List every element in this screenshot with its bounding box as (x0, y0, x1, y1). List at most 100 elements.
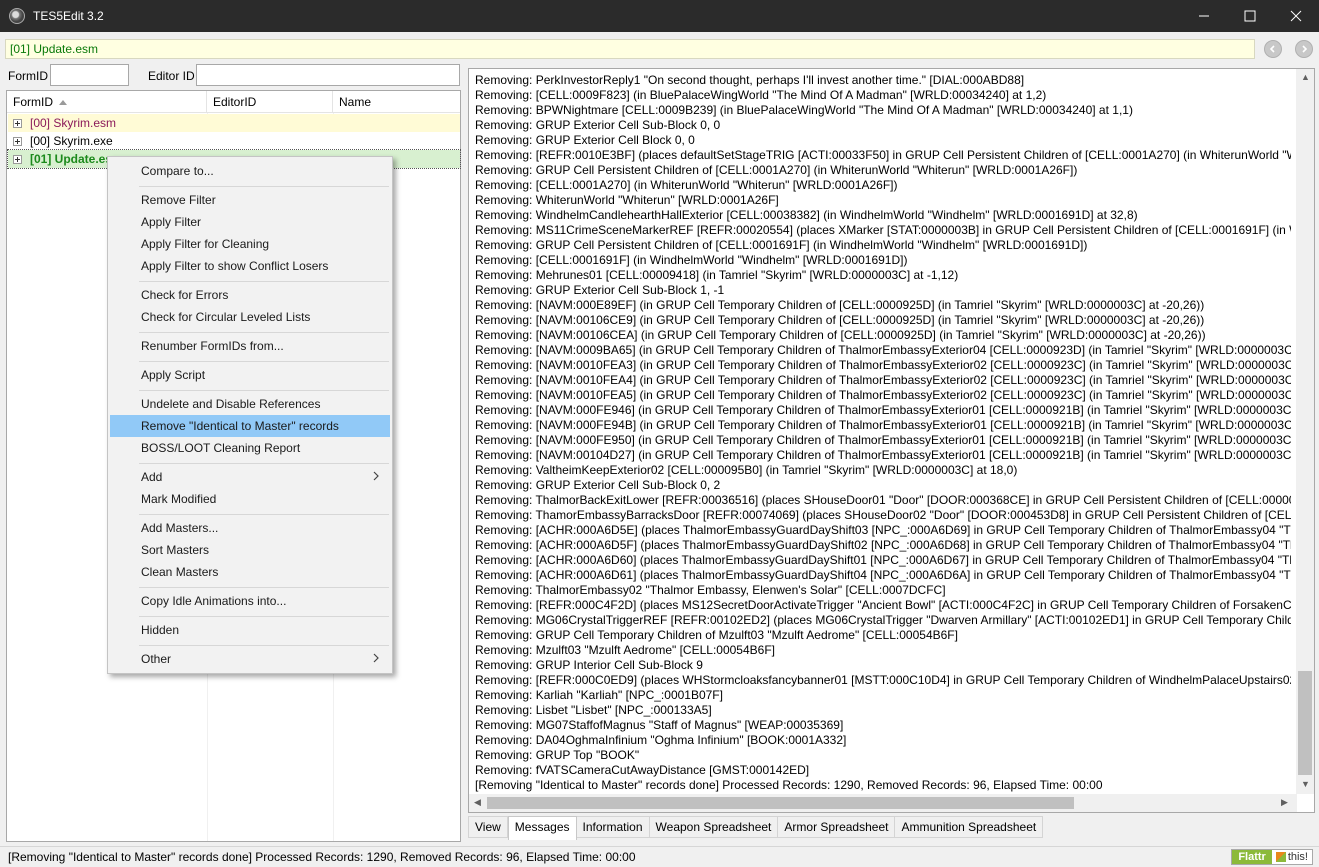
expand-icon[interactable] (13, 136, 22, 146)
menu-apply-filter[interactable]: Apply Filter (110, 211, 390, 233)
message-line: Removing: BPWNightmare [CELL:0009B239] (… (475, 103, 1133, 117)
message-line: Removing: GRUP Cell Temporary Children o… (475, 628, 958, 642)
scroll-down-icon[interactable]: ▼ (1301, 779, 1310, 789)
message-line: Removing: fVATSCameraCutAwayDistance [GM… (475, 763, 810, 777)
scroll-left-icon[interactable]: ◀ (474, 797, 481, 808)
message-line: Removing: ThalmorBackExitLower [REFR:000… (475, 493, 1291, 507)
message-line: Removing: [CELL:0001A270] (in WhiterunWo… (475, 178, 898, 192)
menu-apply-filter-cleaning[interactable]: Apply Filter for Cleaning (110, 233, 390, 255)
formid-input[interactable] (50, 64, 129, 86)
vertical-scrollbar[interactable]: ▲ ▼ (1296, 69, 1314, 794)
flattr-label: Flattr (1232, 850, 1272, 864)
menu-copy-idle-animations[interactable]: Copy Idle Animations into... (110, 590, 390, 612)
close-button[interactable] (1273, 0, 1319, 32)
horizontal-scroll-thumb[interactable] (487, 797, 1074, 809)
minimize-button[interactable] (1181, 0, 1227, 32)
column-name[interactable]: Name (333, 91, 460, 113)
message-line: Removing: GRUP Exterior Cell Sub-Block 0… (475, 118, 721, 132)
sort-ascending-icon (59, 100, 67, 106)
tab-ammunition-spreadsheet[interactable]: Ammunition Spreadsheet (895, 816, 1044, 838)
message-line: Removing: [NAVM:0010FEA5] (in GRUP Cell … (475, 388, 1291, 402)
message-line: Removing: [NAVM:00106CE9] (in GRUP Cell … (475, 313, 1205, 327)
menu-apply-script[interactable]: Apply Script (110, 364, 390, 386)
message-line: Removing: Mzulft03 "Mzulft Aedrome" [CEL… (475, 643, 775, 657)
menu-clean-masters[interactable]: Clean Masters (110, 561, 390, 583)
column-editorid[interactable]: EditorID (207, 91, 333, 113)
messages-log: Removing: PerkInvestorReply1 "On second … (475, 73, 1291, 795)
path-bar: [01] Update.esm (5, 39, 1255, 59)
column-formid[interactable]: FormID (7, 91, 207, 113)
expand-icon[interactable] (13, 118, 22, 128)
message-line: Removing: [CELL:0001691F] (in WindhelmWo… (475, 253, 908, 267)
tree-row-skyrim-exe[interactable]: [00] Skyrim.exe (8, 132, 460, 150)
menu-remove-itm-records[interactable]: Remove "Identical to Master" records (110, 415, 390, 437)
tree-row-label: [00] Skyrim.exe (30, 134, 113, 148)
message-line: Removing: [ACHR:000A6D60] (places Thalmo… (475, 553, 1291, 567)
window-title: TES5Edit 3.2 (33, 9, 104, 23)
context-menu: Compare to... Remove Filter Apply Filter… (107, 156, 393, 674)
menu-check-errors[interactable]: Check for Errors (110, 284, 390, 306)
message-line: Removing: MG06CrystalTriggerREF [REFR:00… (475, 613, 1291, 627)
menu-boss-loot-report[interactable]: BOSS/LOOT Cleaning Report (110, 437, 390, 459)
menu-compare-to[interactable]: Compare to... (110, 160, 390, 182)
submenu-arrow-icon (373, 653, 379, 663)
expand-icon[interactable] (13, 154, 22, 164)
scroll-right-icon[interactable]: ▶ (1281, 797, 1288, 808)
tab-armor-spreadsheet[interactable]: Armor Spreadsheet (778, 816, 896, 838)
message-line: Removing: [REFR:0010E3BF] (places defaul… (475, 148, 1291, 162)
menu-remove-filter[interactable]: Remove Filter (110, 189, 390, 211)
submenu-arrow-icon (373, 471, 379, 481)
title-bar: TES5Edit 3.2 (0, 0, 1319, 32)
tree-row-label: [00] Skyrim.esm (30, 116, 117, 130)
message-line: Removing: [NAVM:000FE950] (in GRUP Cell … (475, 433, 1291, 447)
menu-add[interactable]: Add (110, 466, 390, 488)
message-line: Removing: MS11CrimeSceneMarkerREF [REFR:… (475, 223, 1291, 237)
menu-apply-filter-conflict-losers[interactable]: Apply Filter to show Conflict Losers (110, 255, 390, 277)
bottom-tabs: View Messages Information Weapon Spreads… (468, 816, 1044, 840)
message-line: [Removing "Identical to Master" records … (475, 778, 1103, 792)
tab-weapon-spreadsheet[interactable]: Weapon Spreadsheet (649, 816, 779, 838)
vertical-scroll-thumb[interactable] (1298, 671, 1312, 775)
menu-mark-modified[interactable]: Mark Modified (110, 488, 390, 510)
back-button[interactable] (1264, 40, 1282, 58)
menu-other[interactable]: Other (110, 648, 390, 670)
message-line: Removing: Karliah "Karliah" [NPC_:0001B0… (475, 688, 723, 702)
message-line: Removing: [ACHR:000A6D61] (places Thalmo… (475, 568, 1291, 582)
menu-undelete-disable-references[interactable]: Undelete and Disable References (110, 393, 390, 415)
messages-panel[interactable]: Removing: PerkInvestorReply1 "On second … (468, 68, 1315, 813)
message-line: Removing: GRUP Exterior Cell Sub-Block 0… (475, 478, 721, 492)
menu-hidden[interactable]: Hidden (110, 619, 390, 641)
tab-view[interactable]: View (468, 816, 508, 838)
message-line: Removing: [NAVM:0010FEA4] (in GRUP Cell … (475, 373, 1291, 387)
scroll-up-icon[interactable]: ▲ (1301, 72, 1310, 82)
message-line: Removing: ThalmorEmbassy02 "Thalmor Emba… (475, 583, 946, 597)
editorid-input[interactable] (196, 64, 460, 86)
message-line: Removing: [NAVM:000FE94B] (in GRUP Cell … (475, 418, 1291, 432)
message-line: Removing: PerkInvestorReply1 "On second … (475, 73, 1025, 87)
tab-messages[interactable]: Messages (507, 816, 577, 840)
message-line: Removing: ThamorEmbassyBarracksDoor [REF… (475, 508, 1291, 522)
tab-information[interactable]: Information (576, 816, 650, 838)
message-line: Removing: [NAVM:0010FEA3] (in GRUP Cell … (475, 358, 1291, 372)
menu-add-masters[interactable]: Add Masters... (110, 517, 390, 539)
tree-row-skyrim-esm[interactable]: [00] Skyrim.esm (8, 114, 460, 132)
message-line: Removing: [CELL:0009F823] (in BluePalace… (475, 88, 1047, 102)
maximize-button[interactable] (1227, 0, 1273, 32)
message-line: Removing: [NAVM:0009BA65] (in GRUP Cell … (475, 343, 1291, 357)
horizontal-scrollbar[interactable]: ◀ ▶ (469, 794, 1297, 812)
message-line: Removing: [NAVM:000E89EF] (in GRUP Cell … (475, 298, 1205, 312)
message-line: Removing: [NAVM:000FE946] (in GRUP Cell … (475, 403, 1291, 417)
menu-check-circular-leveled-lists[interactable]: Check for Circular Leveled Lists (110, 306, 390, 328)
message-line: Removing: MG07StaffofMagnus "Staff of Ma… (475, 718, 844, 732)
flattr-button[interactable]: Flattr this! (1231, 849, 1313, 865)
flattr-this-label: this! (1287, 851, 1308, 863)
message-line: Removing: GRUP Cell Persistent Children … (475, 238, 1088, 252)
menu-renumber-formids[interactable]: Renumber FormIDs from... (110, 335, 390, 357)
editorid-label: Editor ID (148, 69, 195, 83)
message-line: Removing: [ACHR:000A6D5E] (places Thalmo… (475, 523, 1291, 537)
forward-button[interactable] (1295, 40, 1313, 58)
message-line: Removing: WindhelmCandlehearthHallExteri… (475, 208, 1138, 222)
message-line: Removing: [ACHR:000A6D5F] (places Thalmo… (475, 538, 1291, 552)
tree-header: FormID EditorID Name (7, 91, 460, 113)
menu-sort-masters[interactable]: Sort Masters (110, 539, 390, 561)
